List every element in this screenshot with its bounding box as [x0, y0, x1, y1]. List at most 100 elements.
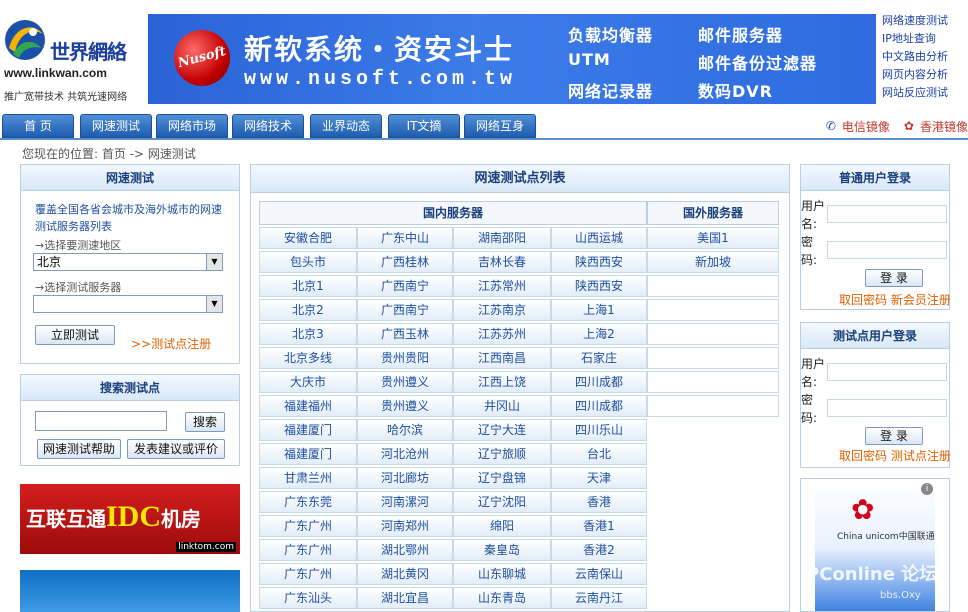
server-link[interactable]: 广东中山 — [357, 227, 453, 249]
server-link[interactable]: 天津 — [551, 467, 647, 489]
server-link[interactable]: 云南丹江 — [551, 587, 647, 609]
nav-tab-industry[interactable]: 业界动态 — [310, 114, 382, 138]
nusoft-banner-ad[interactable]: Nusoft 新软系统・资安斗士 www.nusoft.com.tw 负载均衡器… — [148, 14, 876, 104]
server-link[interactable]: 安徽合肥 — [259, 227, 357, 249]
server-link[interactable]: 北京3 — [259, 323, 357, 345]
server-link[interactable]: 吉林长春 — [453, 251, 551, 273]
username-input[interactable] — [827, 205, 947, 223]
server-link[interactable]: 秦皇岛 — [453, 539, 551, 561]
server-link[interactable]: 江西南昌 — [453, 347, 551, 369]
server-link[interactable]: 石家庄 — [551, 347, 647, 369]
point-username-input[interactable] — [827, 363, 947, 381]
search-input[interactable] — [35, 411, 167, 431]
server-link[interactable]: 广西桂林 — [357, 251, 453, 273]
quick-link-ip-lookup[interactable]: IP地址查询 — [882, 30, 968, 48]
nav-tab-speed-test[interactable]: 网速测试 — [80, 114, 152, 138]
server-link[interactable]: 湖北黄冈 — [357, 563, 453, 585]
user-login-links[interactable]: 取回密码 新会员注册 — [839, 291, 951, 308]
server-link[interactable]: 北京多线 — [259, 347, 357, 369]
region-select[interactable]: 北京 ▼ — [33, 253, 223, 271]
nav-tab-tech[interactable]: 网络技术 — [232, 114, 304, 138]
quick-link-page-analysis[interactable]: 网页内容分析 — [882, 66, 968, 84]
server-link[interactable]: 广东广州 — [259, 515, 357, 537]
server-link[interactable]: 香港 — [551, 491, 647, 513]
server-link[interactable]: 上海1 — [551, 299, 647, 321]
point-login-links[interactable]: 取回密码 测试点注册 — [839, 447, 951, 464]
server-link[interactable]: 江苏南京 — [453, 299, 551, 321]
server-link[interactable]: 河南漯河 — [357, 491, 453, 513]
server-link[interactable]: 美国1 — [647, 227, 779, 249]
server-link[interactable]: 山西运城 — [551, 227, 647, 249]
server-link[interactable]: 包头市 — [259, 251, 357, 273]
server-link[interactable]: 江苏苏州 — [453, 323, 551, 345]
mirror-telecom[interactable]: ✆ 电信镜像 — [826, 118, 890, 135]
server-link[interactable]: 广东广州 — [259, 539, 357, 561]
server-select[interactable]: ▼ — [33, 295, 223, 313]
server-link[interactable]: 香港2 — [551, 539, 647, 561]
server-link[interactable]: 广西玉林 — [357, 323, 453, 345]
point-password-input[interactable] — [827, 399, 947, 417]
server-link[interactable]: 上海2 — [551, 323, 647, 345]
server-link[interactable]: 广西南宁 — [357, 299, 453, 321]
server-link[interactable]: 台北 — [551, 443, 647, 465]
site-logo[interactable]: 世界網絡 www.linkwan.com 推广宽带技术 共筑光速网络 — [0, 10, 148, 105]
server-link[interactable]: 四川成都 — [551, 395, 647, 417]
server-link[interactable]: 陕西西安 — [551, 251, 647, 273]
chevron-down-icon[interactable]: ▼ — [206, 254, 222, 270]
server-link[interactable]: 广东广州 — [259, 563, 357, 585]
server-link[interactable]: 哈尔滨 — [357, 419, 453, 441]
server-link[interactable]: 陕西西安 — [551, 275, 647, 297]
server-link[interactable]: 贵州遵义 — [357, 371, 453, 393]
nav-tab-it-digest[interactable]: IT文摘 — [388, 114, 460, 138]
server-link[interactable]: 四川乐山 — [551, 419, 647, 441]
server-link[interactable]: 大庆市 — [259, 371, 357, 393]
nav-tab-network[interactable]: 网络互身 — [464, 114, 536, 138]
server-link[interactable]: 辽宁沈阳 — [453, 491, 551, 513]
server-link[interactable]: 辽宁盘锦 — [453, 467, 551, 489]
server-link[interactable]: 贵州贵阳 — [357, 347, 453, 369]
server-link[interactable]: 北京2 — [259, 299, 357, 321]
chevron-down-icon[interactable]: ▼ — [206, 296, 222, 312]
quick-link-route-analysis[interactable]: 中文路由分析 — [882, 48, 968, 66]
feedback-button[interactable]: 发表建议或评价 — [127, 439, 225, 459]
server-link[interactable]: 河北沧州 — [357, 443, 453, 465]
mirror-hongkong[interactable]: ✿ 香港镜像 — [904, 118, 968, 135]
server-link[interactable]: 湖北宜昌 — [357, 587, 453, 609]
server-link[interactable]: 福建厦门 — [259, 419, 357, 441]
server-link[interactable]: 山东聊城 — [453, 563, 551, 585]
nav-tab-market[interactable]: 网络市场 — [156, 114, 228, 138]
server-link[interactable]: 河南郑州 — [357, 515, 453, 537]
server-link[interactable]: 福建福州 — [259, 395, 357, 417]
server-link[interactable]: 贵州遵义 — [357, 395, 453, 417]
server-link[interactable]: 香港1 — [551, 515, 647, 537]
server-link[interactable]: 广西南宁 — [357, 275, 453, 297]
server-link[interactable]: 湖南邵阳 — [453, 227, 551, 249]
help-button[interactable]: 网速测试帮助 — [37, 439, 121, 459]
unicom-ad[interactable]: ✿ China unicom中国联通 i — [800, 478, 950, 612]
server-link[interactable]: 井冈山 — [453, 395, 551, 417]
server-link[interactable]: 福建厦门 — [259, 443, 357, 465]
idc-ad-banner[interactable]: 互联互通IDC机房 linktom.com — [20, 484, 240, 554]
blue-ad-banner[interactable] — [20, 570, 240, 612]
login-button[interactable]: 登 录 — [865, 269, 923, 287]
nav-tab-home[interactable]: 首 页 — [2, 114, 74, 138]
password-input[interactable] — [827, 241, 947, 259]
server-link[interactable]: 绵阳 — [453, 515, 551, 537]
server-link[interactable]: 湖北鄂州 — [357, 539, 453, 561]
server-link[interactable]: 河北廊坊 — [357, 467, 453, 489]
server-link[interactable]: 辽宁旅顺 — [453, 443, 551, 465]
server-link[interactable]: 云南保山 — [551, 563, 647, 585]
quick-link-site-response[interactable]: 网站反应测试 — [882, 84, 968, 102]
quick-link-speed-test[interactable]: 网络速度测试 — [882, 12, 968, 30]
point-login-button[interactable]: 登 录 — [865, 427, 923, 445]
register-test-point-link[interactable]: >>测试点注册 — [131, 335, 211, 352]
server-link[interactable]: 广东东莞 — [259, 491, 357, 513]
start-test-button[interactable]: 立即测试 — [35, 325, 115, 345]
server-link[interactable]: 新加坡 — [647, 251, 779, 273]
info-icon[interactable]: i — [921, 483, 933, 495]
server-link[interactable]: 四川成都 — [551, 371, 647, 393]
server-link[interactable]: 北京1 — [259, 275, 357, 297]
server-link[interactable]: 江西上饶 — [453, 371, 551, 393]
server-link[interactable]: 江苏常州 — [453, 275, 551, 297]
server-link[interactable]: 广东汕头 — [259, 587, 357, 609]
